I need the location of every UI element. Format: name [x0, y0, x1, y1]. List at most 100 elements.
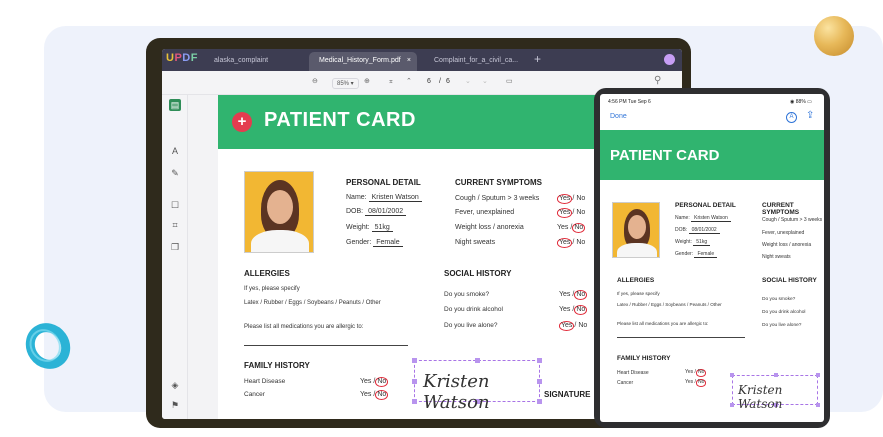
social-label: Do you live alone? [444, 322, 498, 329]
zoom-select[interactable]: 85% ▾ [332, 78, 359, 89]
edit-text-icon[interactable]: A [169, 145, 181, 157]
page-current[interactable]: 6 [427, 78, 431, 85]
tablet-medications-field[interactable] [617, 337, 745, 338]
battery-percent: 88% [795, 99, 806, 105]
signature-label: SIGNATURE [544, 390, 591, 399]
answer-yes: Yes [360, 391, 372, 398]
share-icon[interactable]: ⇪ [806, 110, 814, 121]
form-icon[interactable]: ☐ [169, 199, 181, 211]
answer-no: No [695, 369, 707, 377]
social-label: Do you drink alcohol [444, 306, 503, 313]
markup-icon[interactable]: A [786, 112, 797, 123]
annotate-icon[interactable]: ✎ [169, 167, 181, 179]
medications-field[interactable] [244, 345, 408, 346]
answer-yes: Yes [559, 306, 571, 313]
answer-yes: Yes [557, 224, 569, 231]
tablet-banner: PATIENT CARD [600, 130, 824, 180]
answer-no: No [576, 209, 586, 216]
name-field[interactable]: Kristen Watson [691, 215, 731, 222]
social-answer[interactable]: Yes / No [559, 305, 588, 315]
answer-no: No [375, 377, 389, 387]
gender-field[interactable]: Female [694, 251, 718, 258]
zoom-value: 85% [337, 81, 350, 87]
family-answer[interactable]: Yes / No [360, 390, 389, 400]
answer-no: No [695, 379, 707, 387]
last-page-icon[interactable]: ⌄ [482, 77, 488, 85]
tablet-screen: 4:56 PM Tue Sep 6 ◉ 88% ▭ Done A ⇪ PATIE… [600, 94, 824, 422]
tablet-family-answer[interactable]: Yes / No [685, 379, 707, 387]
tab-medical-history-form[interactable]: Medical_History_Form.pdf × [309, 52, 417, 71]
tablet-banner-title: PATIENT CARD [610, 147, 720, 164]
tablet-personal-heading: PERSONAL DETAIL [675, 202, 736, 209]
dob-field[interactable]: 08/01/2002 [688, 227, 720, 234]
prev-page-icon[interactable]: ⌃ [406, 77, 412, 85]
tab-alaska-complaint[interactable]: alaska_complaint [204, 52, 308, 71]
tablet-social-heading: SOCIAL HISTORY [762, 277, 817, 284]
answer-no: No [375, 390, 389, 400]
weight-label: Weight: [346, 224, 370, 231]
user-avatar[interactable] [664, 54, 675, 65]
dob-label: DOB: [346, 208, 364, 215]
crop-icon[interactable]: ⌗ [169, 219, 181, 231]
social-answer[interactable]: Yes / No [559, 290, 588, 300]
name-label: Name: [346, 194, 367, 201]
name-field[interactable]: Kristen Watson [368, 194, 422, 202]
allergies-heading: ALLERGIES [244, 269, 290, 278]
close-tab-icon[interactable]: × [407, 57, 411, 64]
status-time: 4:56 PM Tue Sep 6 [608, 99, 651, 105]
name-row: Name: Kristen Watson [346, 194, 422, 202]
zoom-in-icon[interactable]: ⊕ [364, 77, 370, 85]
symptom-answer[interactable]: Yes / No [557, 208, 585, 218]
symptom-label: Weight loss / anorexia [455, 224, 524, 231]
dob-field[interactable]: 08/01/2002 [365, 208, 407, 216]
tab-label: alaska_complaint [214, 57, 269, 64]
page-separator: / [439, 78, 441, 85]
weight-label: Weight: [675, 239, 692, 245]
social-history-heading: SOCIAL HISTORY [444, 269, 512, 278]
weight-field[interactable]: 51kg [693, 239, 711, 246]
first-page-icon[interactable]: ⌅ [388, 77, 394, 85]
page-total: 6 [446, 78, 450, 85]
tablet-symptom-label: Night sweats [762, 254, 791, 260]
answer-yes: Yes [557, 238, 573, 248]
gender-label: Gender: [675, 251, 694, 257]
tablet-symptom-label: Weight loss / anorexia [762, 242, 812, 248]
tablet-signature-field[interactable]: Kristen Watson [730, 373, 820, 411]
family-answer[interactable]: Yes / No [360, 377, 389, 387]
answer-yes: Yes [685, 379, 694, 385]
current-symptoms-heading: CURRENT SYMPTOMS [455, 178, 542, 187]
done-button[interactable]: Done [610, 113, 627, 120]
family-history-heading: FAMILY HISTORY [244, 361, 310, 370]
comment-icon[interactable]: ▭ [506, 77, 513, 85]
decorative-torus-icon [25, 323, 71, 369]
tab-complaint-civil[interactable]: Complaint_for_a_civil_ca... [424, 52, 528, 71]
symptom-answer[interactable]: Yes / No [557, 238, 585, 248]
answer-yes: Yes [557, 208, 573, 218]
wifi-battery-icon: ◉ 88% ▭ [790, 99, 812, 105]
answer-yes: Yes [685, 369, 694, 375]
answer-no: No [576, 195, 586, 202]
weight-field[interactable]: 51kg [371, 224, 393, 232]
social-label: Do you smoke? [444, 291, 490, 298]
symptom-answer[interactable]: Yes / No [557, 223, 586, 233]
next-page-icon[interactable]: ⌄ [465, 77, 471, 85]
bookmark-icon[interactable]: ⚑ [169, 399, 181, 411]
app-logo: UPDF [166, 52, 198, 64]
weight-row: Weight: 51kg [346, 224, 393, 232]
gender-label: Gender: [346, 239, 372, 246]
answer-yes: Yes [559, 321, 575, 331]
symptom-answer[interactable]: Yes / No [557, 194, 585, 204]
new-tab-button[interactable]: + [534, 52, 541, 66]
reader-mode-icon[interactable]: ▤ [169, 99, 181, 111]
allergies-text-3: Please list all medications you are alle… [244, 324, 364, 330]
zoom-out-icon[interactable]: ⊖ [312, 77, 318, 85]
layers-icon[interactable]: ◈ [169, 379, 181, 391]
social-answer[interactable]: Yes / No [559, 321, 587, 331]
organize-pages-icon[interactable]: ❐ [169, 241, 181, 253]
tablet-family-answer[interactable]: Yes / No [685, 369, 707, 377]
tablet-social-label: Do you smoke? [762, 297, 796, 302]
signature-field[interactable]: Kristen Watson [412, 358, 542, 413]
tablet-symptoms-heading: CURRENT SYMPTOMS [762, 202, 800, 216]
tablet-family-label: Cancer [617, 380, 634, 386]
gender-field[interactable]: Female [373, 239, 403, 247]
